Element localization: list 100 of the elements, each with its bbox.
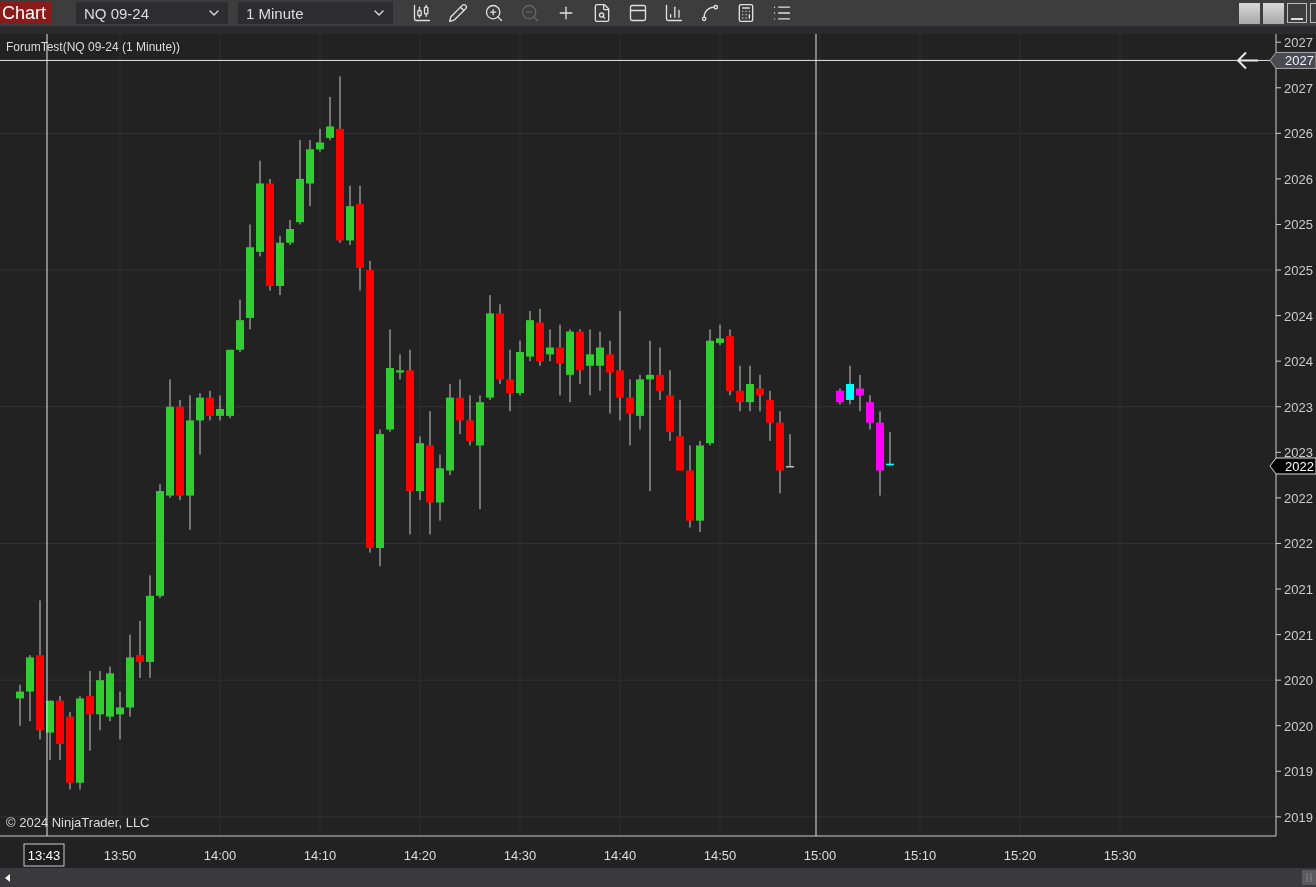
candlestick	[756, 374, 764, 412]
time-axis-label: 13:50	[103, 848, 137, 863]
candlestick	[536, 308, 544, 367]
candlestick	[196, 392, 204, 456]
candlestick	[556, 324, 564, 396]
candlestick	[216, 394, 224, 421]
candlestick	[726, 328, 734, 396]
candlestick	[626, 378, 634, 446]
zoom-out-icon	[520, 3, 540, 23]
candlestick	[736, 365, 744, 412]
price-axis-label: 2023	[1284, 399, 1313, 415]
candlestick	[136, 620, 144, 679]
candlestick	[766, 390, 774, 442]
candlestick	[116, 691, 124, 740]
candlestick	[46, 700, 54, 761]
price-axis-label: 2025	[1284, 217, 1313, 233]
candlestick	[316, 128, 324, 153]
price-axis-label: 2019	[1284, 809, 1313, 825]
window-button[interactable]	[1239, 2, 1260, 24]
candlestick	[516, 340, 524, 396]
toolbar-button[interactable]	[448, 2, 468, 24]
time-axis-label: 15:30	[1103, 848, 1137, 863]
bar-chart-icon	[664, 3, 684, 23]
candlestick	[56, 695, 64, 761]
price-axis-label: 2024	[1284, 354, 1313, 370]
candlestick	[786, 433, 794, 468]
calculator-icon	[736, 3, 756, 23]
time-axis-label: 14:50	[703, 848, 737, 863]
candlestick	[656, 347, 664, 401]
candlestick	[396, 353, 404, 380]
candlestick	[206, 390, 214, 421]
minimize-button[interactable]	[1287, 3, 1307, 23]
candlestick	[306, 139, 314, 207]
candlestick	[746, 365, 754, 412]
copyright-text: © 2024 NinjaTrader, LLC	[6, 815, 150, 830]
candlestick	[466, 394, 474, 446]
candlestick	[326, 96, 334, 141]
pencil-icon	[448, 3, 468, 23]
time-axis-label: 14:20	[403, 848, 437, 863]
spline-icon	[700, 3, 720, 23]
maximize-button[interactable]	[1310, 3, 1316, 23]
time-axis-label: 14:40	[603, 848, 637, 863]
candlestick	[636, 374, 644, 431]
candlestick	[526, 310, 534, 362]
price-axis-label: 2019	[1284, 764, 1313, 780]
price-axis-label: 2026	[1284, 126, 1313, 142]
candlestick	[436, 454, 444, 522]
candlestick	[576, 328, 584, 385]
candlestick	[456, 378, 464, 435]
candlestick	[506, 349, 514, 412]
time-axis-label: 15:00	[803, 848, 837, 863]
arrow-left-icon	[1236, 51, 1259, 70]
candlestick	[836, 388, 844, 405]
candlestick	[106, 666, 114, 722]
price-axis-label: 2027	[1284, 35, 1313, 51]
candlestick	[226, 349, 234, 419]
price-axis-label: 2024	[1284, 308, 1313, 324]
toolbar-button[interactable]	[592, 2, 612, 24]
toolbar-button[interactable]	[628, 2, 648, 24]
candlestick	[276, 235, 284, 296]
candlestick	[596, 331, 604, 392]
candlestick	[866, 394, 874, 431]
candlestick	[96, 670, 104, 731]
candlestick	[856, 374, 864, 412]
price-axis-label: 2021	[1284, 627, 1313, 643]
scroll-thumb[interactable]	[1302, 870, 1316, 885]
last-price-tag: 2022	[1269, 457, 1316, 475]
price-axis-label: 2020	[1284, 718, 1313, 734]
horizontal-scrollbar[interactable]	[0, 868, 1316, 887]
time-axis-label: 14:30	[503, 848, 537, 863]
chart-title: Chart	[0, 2, 52, 24]
time-axis-label: 15:10	[903, 848, 937, 863]
toolbar-button[interactable]	[736, 2, 756, 24]
window-button[interactable]	[1263, 2, 1284, 24]
candlestick	[546, 328, 554, 362]
toolbar-button[interactable]	[700, 2, 720, 24]
candlestick-icon	[412, 3, 432, 23]
price-axis-label: 2022	[1284, 490, 1313, 506]
interval-dropdown[interactable]: 1 Minute	[238, 2, 393, 24]
crosshair-time-tag: 13:43	[23, 843, 65, 867]
toolbar-button[interactable]	[484, 2, 504, 24]
toolbar-button[interactable]	[664, 2, 684, 24]
panel-icon	[628, 3, 648, 23]
price-axis-label: 2026	[1284, 171, 1313, 187]
indicator-label: ForumTest(NQ 09-24 (1 Minute))	[6, 40, 181, 54]
candlestick	[716, 324, 724, 346]
instrument-dropdown[interactable]: NQ 09-24	[76, 2, 228, 24]
crosshair-price-tag: 2027	[1269, 51, 1316, 69]
candlestick	[236, 299, 244, 353]
price-axis-label: 2025	[1284, 263, 1313, 279]
time-axis-label: 15:20	[1003, 848, 1037, 863]
toolbar-button[interactable]	[412, 2, 432, 24]
candlestick	[886, 431, 894, 467]
zoom-in-icon	[484, 3, 504, 23]
price-axis-label: 2027	[1284, 80, 1313, 96]
price-axis-label: 2021	[1284, 582, 1313, 597]
price-axis-label: 2020	[1284, 673, 1313, 689]
candlestick	[586, 328, 594, 396]
candlestick	[846, 365, 854, 405]
candlestick	[346, 185, 354, 246]
